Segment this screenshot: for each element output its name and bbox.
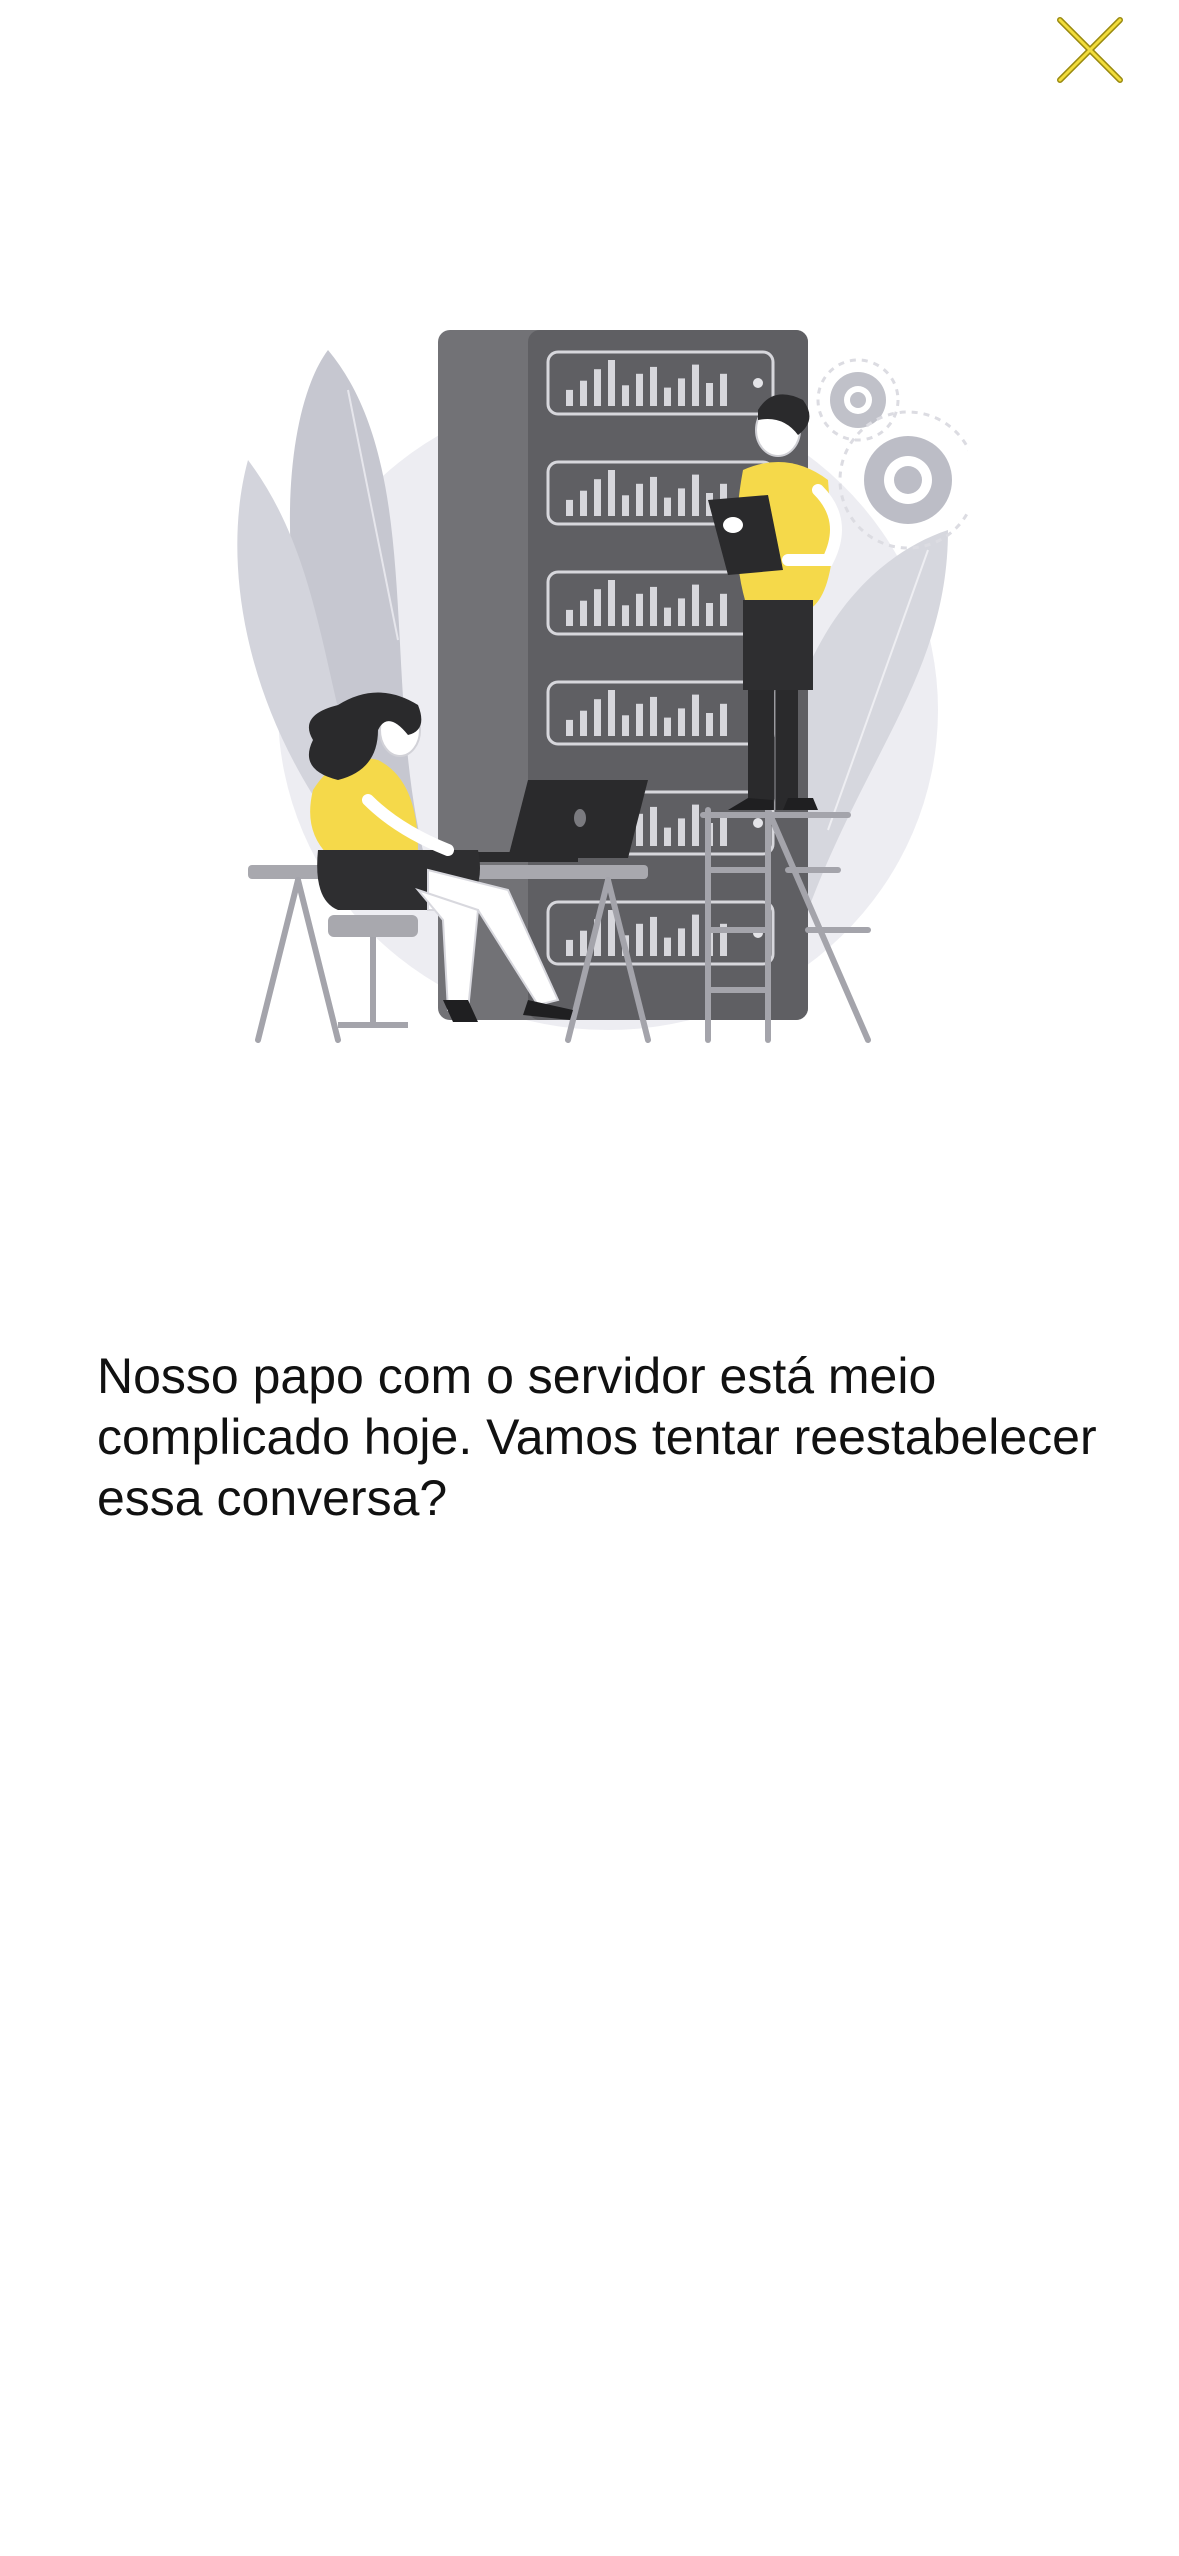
server-slot-led — [753, 378, 763, 388]
server-slot-bar — [636, 373, 643, 406]
server-slot-bar — [678, 598, 685, 626]
server-slot-bar — [706, 603, 713, 626]
server-slot-bar — [650, 366, 657, 406]
server-slot-bar — [608, 690, 615, 736]
server-slot-led — [753, 818, 763, 828]
server-slot-bar — [608, 360, 615, 406]
error-message: Nosso papo com o servidor está meio comp… — [97, 1348, 1097, 1526]
server-slot-bar — [692, 364, 699, 406]
server-slot-bar — [678, 488, 685, 516]
server-slot-bar — [608, 580, 615, 626]
server-slot-bar — [706, 383, 713, 406]
server-slot-bar — [580, 600, 587, 626]
server-slot-bar — [566, 939, 573, 956]
server-error-illustration — [228, 310, 968, 1050]
server-slot-bar — [608, 470, 615, 516]
server-slot-bar — [692, 474, 699, 516]
server-slot-bar — [622, 605, 629, 626]
server-slot-bar — [720, 703, 727, 736]
server-slot-bar — [664, 937, 671, 956]
server-slot-bar — [566, 499, 573, 516]
server-slot-bar — [678, 818, 685, 846]
server-slot-bar — [580, 930, 587, 956]
server-slot-bar — [692, 584, 699, 626]
server-slot-bar — [692, 694, 699, 736]
server-slot-bar — [692, 914, 699, 956]
server-slot-bar — [720, 813, 727, 846]
server-slot-bar — [678, 708, 685, 736]
server-slot-bar — [664, 607, 671, 626]
server-slot-bar — [594, 369, 601, 406]
server-slot-bar — [636, 483, 643, 516]
server-slot-bar — [664, 827, 671, 846]
server-slot-bar — [566, 719, 573, 736]
server-slot-bar — [720, 373, 727, 406]
server-slot-bar — [594, 699, 601, 736]
server-slot-bar — [636, 593, 643, 626]
server-slot-bar — [566, 389, 573, 406]
close-icon — [1057, 17, 1123, 83]
server-slot-bar — [664, 497, 671, 516]
server-slot-bar — [566, 609, 573, 626]
server-slot-bar — [664, 387, 671, 406]
error-screen: Nosso papo com o servidor está meio comp… — [0, 0, 1179, 2556]
server-slot-bar — [622, 495, 629, 516]
server-slot-bar — [692, 804, 699, 846]
server-slot-bar — [650, 586, 657, 626]
server-slot-bar — [636, 703, 643, 736]
close-button[interactable] — [1050, 12, 1130, 88]
server-slot-bar — [706, 713, 713, 736]
server-slot-bar — [594, 479, 601, 516]
server-slot-bar — [636, 923, 643, 956]
server-slot-bar — [720, 593, 727, 626]
server-slot-bar — [580, 710, 587, 736]
server-slot-bar — [580, 380, 587, 406]
server-slot-bar — [608, 910, 615, 956]
server-slot-bar — [622, 385, 629, 406]
server-slot-bar — [678, 378, 685, 406]
server-slot-bar — [678, 928, 685, 956]
server-slot-bar — [580, 490, 587, 516]
server-slot-bar — [594, 589, 601, 626]
server-slot-bar — [650, 696, 657, 736]
server-slot-bar — [664, 717, 671, 736]
server-slot-bar — [622, 715, 629, 736]
server-slot-bar — [650, 476, 657, 516]
server-slot-bar — [650, 806, 657, 846]
server-slot-bar — [650, 916, 657, 956]
